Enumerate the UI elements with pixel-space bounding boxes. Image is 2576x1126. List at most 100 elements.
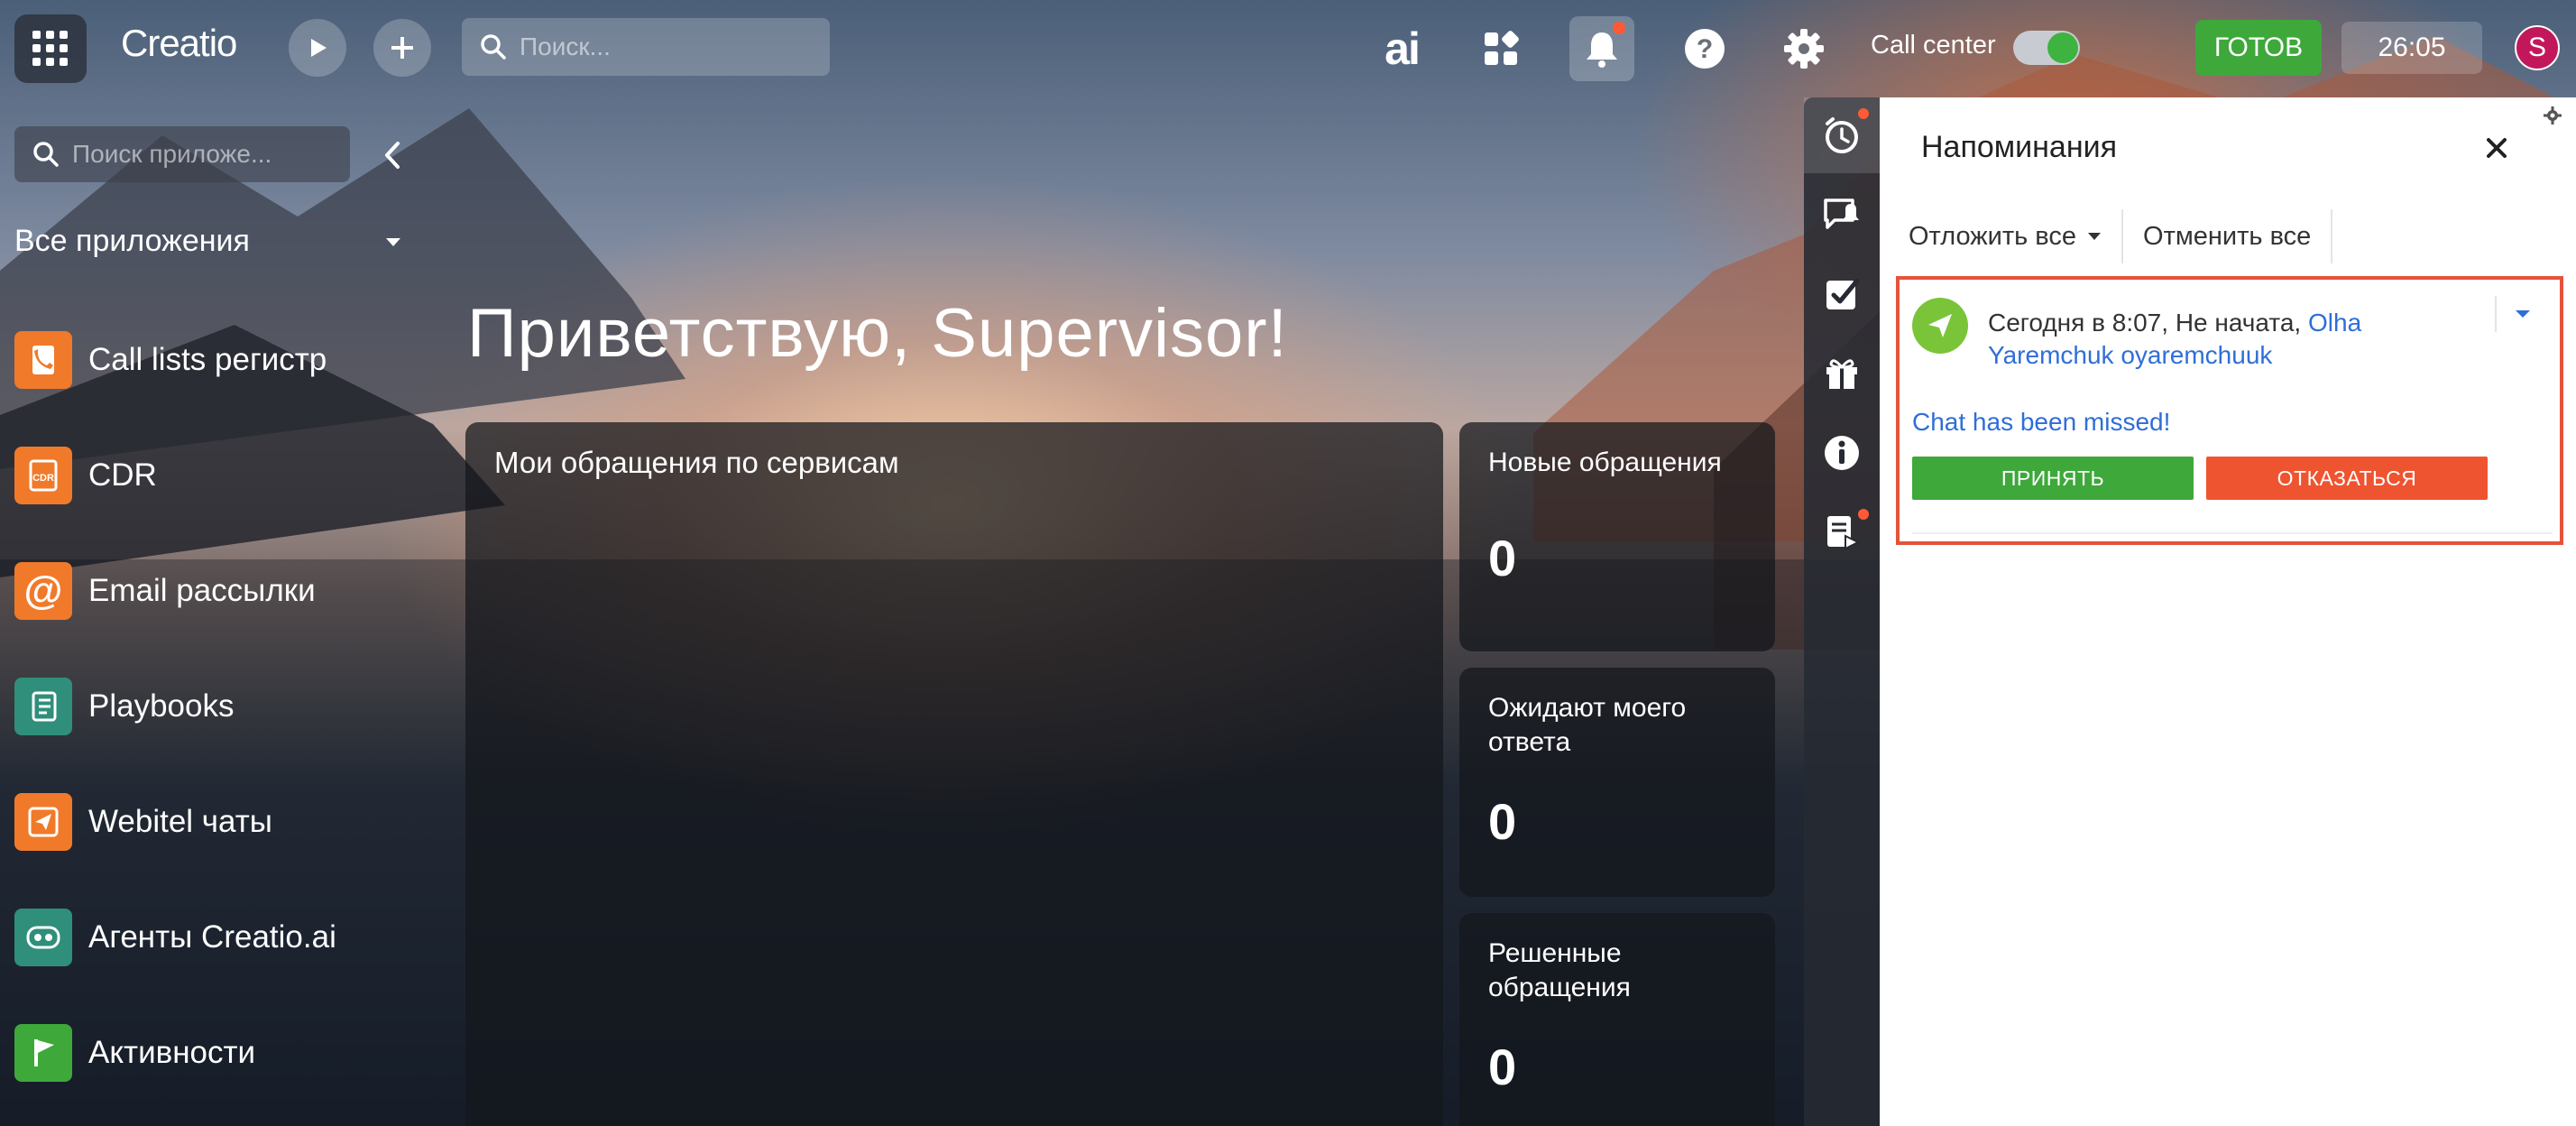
metric-value: 0: [1488, 793, 1517, 850]
info-icon: [1825, 436, 1859, 470]
send-icon: [1912, 298, 1968, 354]
app-search-input[interactable]: [72, 140, 343, 169]
sidebar-item-call-lists[interactable]: Call lists регистр: [14, 330, 327, 390]
sidebar-item-email[interactable]: @ Email рассылки: [14, 561, 316, 621]
document-play-icon: [1827, 516, 1861, 550]
reminder-details: Сегодня в 8:07, Не начата, Olha Yaremchu…: [1988, 307, 2493, 372]
sidebar-item-label: Call lists регистр: [88, 342, 327, 377]
app-search[interactable]: [14, 126, 350, 182]
bell-icon: [1587, 32, 1617, 68]
toggle-knob: [2047, 32, 2078, 63]
search-icon: [481, 34, 506, 60]
metric-new-cases[interactable]: Новые обращения 0: [1459, 422, 1775, 651]
sidebar-item-label: CDR: [88, 457, 157, 493]
reminder-message-link[interactable]: Chat has been missed!: [1912, 408, 2170, 437]
call-list-icon: [14, 331, 72, 389]
notifications-button[interactable]: [1569, 16, 1634, 81]
rail-reminders[interactable]: [1804, 97, 1880, 173]
sidebar-item-label: Активности: [88, 1035, 256, 1070]
alarm-clock-icon: [1826, 117, 1858, 153]
settings-button[interactable]: [1771, 16, 1836, 81]
app-launcher-button[interactable]: [14, 14, 87, 83]
gift-icon: [1826, 359, 1857, 389]
cancel-all-label: Отменить все: [2143, 221, 2312, 251]
close-icon: [2487, 138, 2507, 158]
sidebar-item-webitel-chats[interactable]: Webitel чаты: [14, 792, 272, 852]
sidebar-item-label: Playbooks: [88, 688, 235, 724]
reminder-time: Сегодня в 8:07,: [1988, 309, 2169, 337]
play-icon: [311, 39, 327, 57]
checkbox-icon: [1826, 278, 1860, 309]
reminder-menu-button[interactable]: [2495, 296, 2549, 332]
sidebar-item-label: Email рассылки: [88, 573, 316, 608]
all-apps-dropdown[interactable]: Все приложения: [14, 224, 250, 259]
metric-title: Новые обращения: [1488, 448, 1722, 477]
sidebar-item-activities[interactable]: Активности: [14, 1023, 255, 1083]
decline-button[interactable]: ОТКАЗАТЬСЯ: [2206, 457, 2488, 500]
send-icon: [14, 793, 72, 851]
rail-tasks[interactable]: [1804, 256, 1880, 332]
at-sign-icon: @: [14, 562, 72, 620]
services-widget: Мои обращения по сервисам: [465, 422, 1443, 1126]
call-center-label: Call center: [1871, 31, 1996, 60]
reminders-title: Напоминания: [1921, 130, 2118, 164]
search-icon: [33, 142, 59, 167]
help-icon: ?: [1685, 29, 1725, 69]
chevron-down-icon[interactable]: [384, 236, 402, 247]
sidebar-item-cdr[interactable]: CDR CDR: [14, 446, 157, 505]
robot-icon: [14, 909, 72, 966]
rail-notifications[interactable]: [1804, 177, 1880, 253]
ai-icon: ai: [1385, 23, 1421, 74]
svg-text:CDR: CDR: [32, 473, 54, 484]
notification-badge: [1613, 22, 1625, 34]
apps-widget-button[interactable]: [1468, 16, 1533, 81]
chat-bell-icon: [1824, 198, 1859, 229]
plus-icon: [391, 37, 413, 59]
rail-feed[interactable]: [1804, 494, 1880, 570]
collapse-sidebar-button[interactable]: [379, 135, 406, 175]
postpone-all-label: Отложить все: [1909, 221, 2077, 251]
creatio-logo[interactable]: Creatio: [121, 22, 237, 65]
sidebar-item-label: Агенты Creatio.ai: [88, 919, 336, 955]
sidebar-item-playbooks[interactable]: Playbooks: [14, 677, 234, 736]
reminder-card: Сегодня в 8:07, Не начата, Olha Yaremchu…: [1896, 276, 2563, 545]
add-button[interactable]: [373, 19, 431, 77]
sidebar-item-ai-agents[interactable]: Агенты Creatio.ai: [14, 908, 336, 967]
agent-status-button[interactable]: ГОТОВ: [2195, 20, 2322, 76]
welcome-title: Приветствую, Supervisor!: [467, 295, 1288, 372]
book-icon: [14, 678, 72, 735]
top-bar: Creatio ai ? Call: [0, 0, 2576, 94]
metric-title: Решенные обращения: [1488, 938, 1631, 1002]
global-search[interactable]: [462, 18, 830, 76]
reminder-status: Не начата,: [2175, 309, 2302, 337]
run-process-button[interactable]: [289, 19, 346, 77]
cdr-icon: CDR: [14, 447, 72, 504]
widgets-icon: [1485, 31, 1519, 65]
gear-icon[interactable]: [2544, 106, 2562, 125]
gear-icon: [1784, 29, 1824, 69]
user-avatar[interactable]: S: [2515, 25, 2560, 70]
reminders-panel: Напоминания Отложить все Отменить все Се…: [1880, 97, 2576, 1126]
notification-rail: [1804, 97, 1880, 1126]
ai-button[interactable]: ai: [1369, 16, 1434, 81]
metric-resolved-cases[interactable]: Решенные обращения 0: [1459, 913, 1775, 1126]
close-button[interactable]: [2480, 132, 2513, 164]
svg-text:?: ?: [1697, 34, 1713, 64]
metric-value: 0: [1488, 530, 1517, 586]
accept-button[interactable]: ПРИНЯТЬ: [1912, 457, 2194, 500]
rail-info[interactable]: [1804, 415, 1880, 491]
call-center-toggle[interactable]: [2013, 31, 2080, 65]
postpone-all-button[interactable]: Отложить все: [1909, 209, 2124, 263]
metric-awaiting-reply[interactable]: Ожидают моего ответа 0: [1459, 668, 1775, 897]
cancel-all-button[interactable]: Отменить все: [2123, 209, 2333, 263]
chevron-left-icon: [385, 142, 400, 169]
grid-icon: [32, 31, 68, 66]
help-button[interactable]: ?: [1672, 16, 1737, 81]
flag-icon: [14, 1024, 72, 1082]
chevron-down-icon: [2088, 233, 2102, 240]
widget-title: Мои обращения по сервисам: [494, 446, 899, 479]
rail-gifts[interactable]: [1804, 336, 1880, 411]
global-search-input[interactable]: [520, 32, 790, 61]
card-divider: [1912, 532, 2553, 534]
metric-value: 0: [1488, 1038, 1517, 1095]
